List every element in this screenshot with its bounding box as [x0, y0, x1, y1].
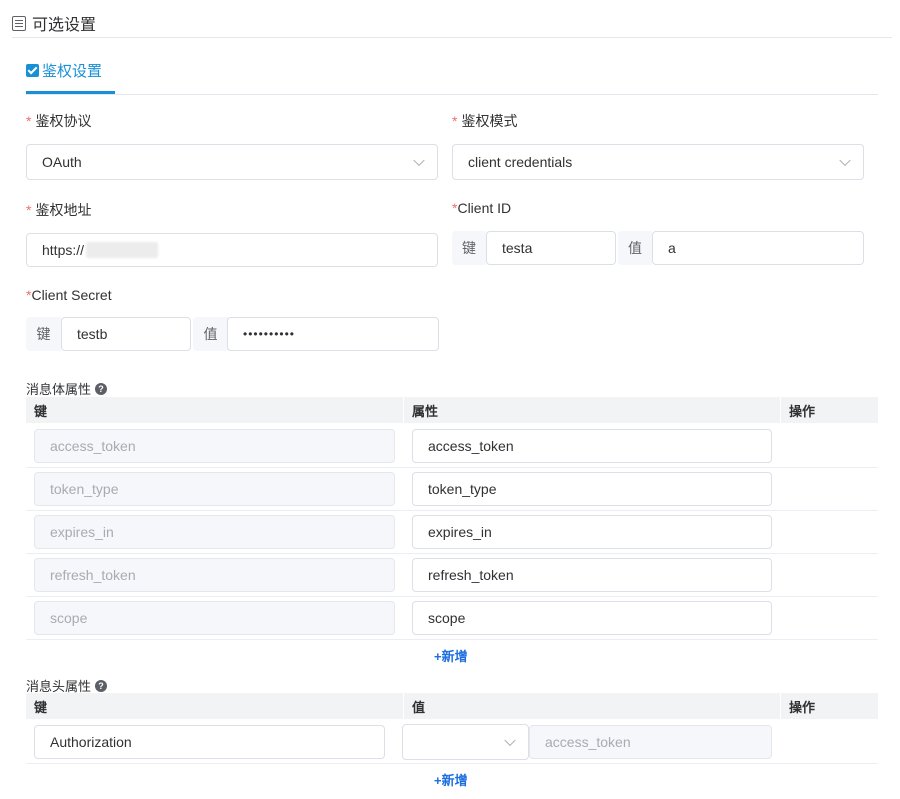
chevron-down-icon: [839, 154, 851, 167]
mode-value: client credentials: [468, 154, 573, 170]
address-input[interactable]: https://: [26, 233, 438, 267]
client-id-value-input[interactable]: a: [652, 231, 864, 265]
body-row-key-input[interactable]: expires_in: [34, 515, 395, 549]
tab-label: 鉴权设置: [42, 62, 103, 80]
address-value: https://: [42, 242, 85, 258]
row-divider: [26, 553, 878, 554]
client-secret-value-prefix: 值: [193, 317, 228, 351]
client-id-label: *Client ID: [452, 200, 512, 216]
header-value-input[interactable]: access_token: [529, 725, 772, 759]
question-icon[interactable]: ?: [95, 679, 108, 692]
redacted-text: [86, 242, 159, 258]
protocol-label: * 鉴权协议: [26, 113, 92, 129]
header-col-value: 值: [403, 693, 780, 719]
header-col-action: 操作: [780, 693, 878, 719]
row-divider: [26, 639, 878, 640]
body-row-attr-input[interactable]: refresh_token: [412, 558, 772, 592]
list-icon: [12, 15, 26, 31]
chevron-down-icon: [413, 154, 425, 167]
client-id-key-prefix: 键: [452, 231, 486, 265]
mode-select[interactable]: client credentials: [452, 144, 864, 180]
row-divider: [26, 763, 878, 764]
client-secret-value-input[interactable]: ••••••••••: [227, 317, 439, 351]
header-key-input[interactable]: Authorization: [34, 725, 385, 759]
section-header: 可选设置: [12, 10, 96, 36]
client-secret-key-prefix: 键: [26, 317, 61, 351]
client-secret-key-input[interactable]: testb: [61, 317, 191, 351]
body-row-key-input[interactable]: scope: [34, 601, 395, 635]
section-title: 可选设置: [32, 17, 97, 34]
body-row-key-input[interactable]: refresh_token: [34, 558, 395, 592]
address-label: * 鉴权地址: [26, 202, 92, 218]
client-secret-label: *Client Secret: [26, 287, 112, 303]
section-divider: [12, 37, 892, 38]
body-col-attr: 属性: [403, 397, 780, 423]
body-row-attr-input[interactable]: expires_in: [412, 515, 772, 549]
tab-divider: [26, 94, 878, 95]
tab-auth-settings[interactable]: 鉴权设置: [26, 58, 102, 82]
body-col-action: 操作: [780, 397, 878, 423]
header-col-key: 键: [26, 693, 403, 719]
body-row-attr-input[interactable]: access_token: [412, 429, 772, 463]
client-id-key-input[interactable]: testa: [486, 231, 616, 265]
row-divider: [26, 596, 878, 597]
protocol-select[interactable]: OAuth: [26, 144, 438, 180]
protocol-value: OAuth: [42, 154, 82, 170]
client-id-value-prefix: 值: [618, 231, 652, 265]
question-icon[interactable]: ?: [95, 382, 108, 395]
body-row-key-input[interactable]: access_token: [34, 429, 395, 463]
header-add-button[interactable]: +新增: [434, 770, 468, 789]
row-divider: [26, 510, 878, 511]
checkbox-icon[interactable]: [26, 63, 39, 77]
body-col-key: 键: [26, 397, 403, 423]
body-row-attr-input[interactable]: token_type: [412, 472, 772, 506]
mode-label: * 鉴权模式: [452, 113, 518, 129]
body-props-title: 消息体属性?: [26, 379, 108, 398]
header-type-select[interactable]: [402, 724, 529, 760]
chevron-down-icon: [504, 734, 516, 747]
body-row-attr-input[interactable]: scope: [412, 601, 772, 635]
body-row-key-input[interactable]: token_type: [34, 472, 395, 506]
row-divider: [26, 467, 878, 468]
body-add-button[interactable]: +新增: [434, 646, 468, 665]
